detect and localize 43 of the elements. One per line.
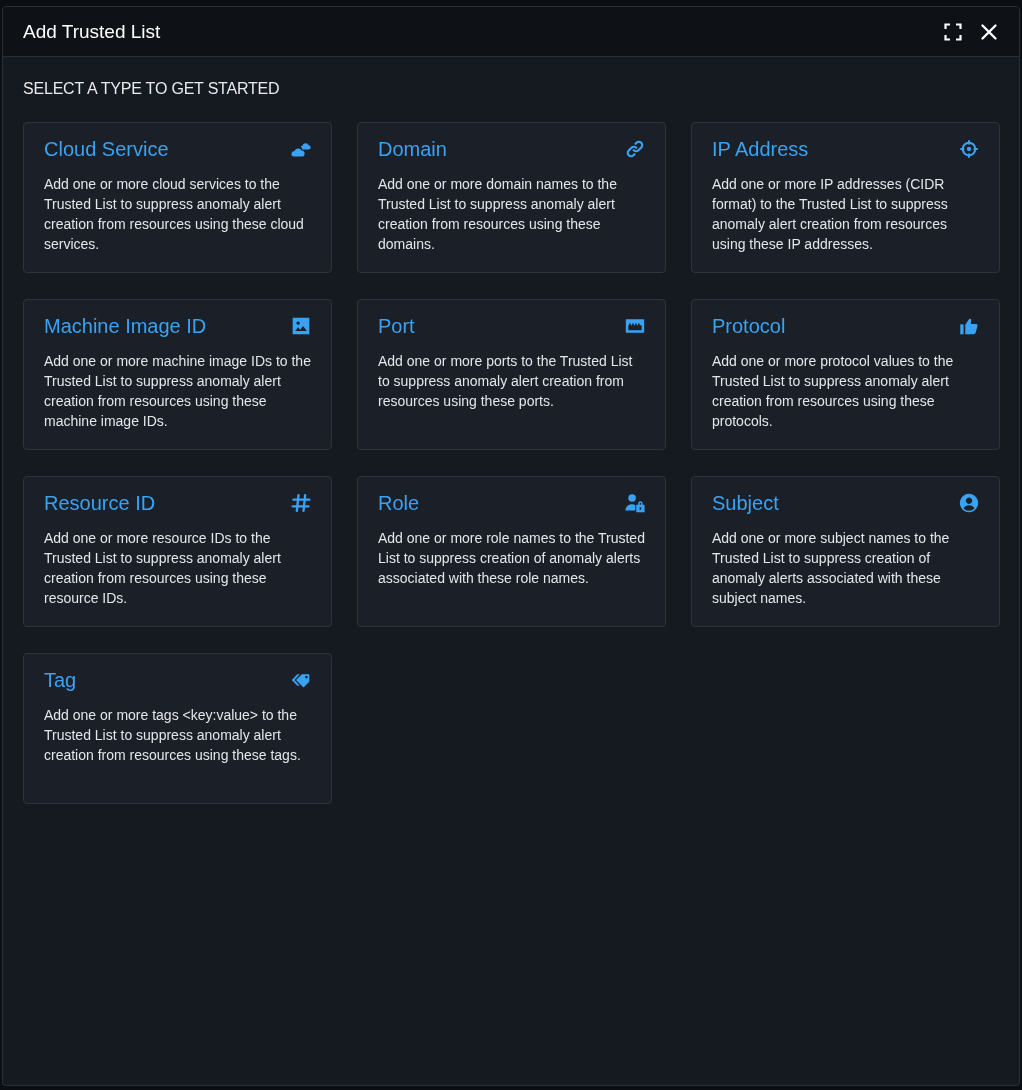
card-description: Add one or more resource IDs to the Trusted List to suppress anomaly alert creation from resources using these resource IDs. [44,529,282,608]
section-heading: SELECT A TYPE TO GET STARTED [23,79,281,99]
expand-icon [944,22,962,41]
type-card[interactable]: Subject Add one or more subject names to the Trusted List to suppress creation of anomaly alerts associated with these subject names. [691,476,1000,627]
type-card[interactable]: Domain Add one or more domain names to the Trusted List to suppress anomaly alert creation from resources using these domains. [357,122,666,273]
card-description: Add one or more subject names to the Trusted List to suppress creation of anomaly alerts associated with these subject names. [712,529,951,608]
card-title: Tag [44,668,77,692]
image-icon [291,316,311,336]
close-icon [980,22,998,41]
thumbs-up-icon [959,316,979,336]
card-title: Domain [378,137,447,161]
type-card[interactable]: Tag Add one or more tags <key:value> to the Trusted List to suppress anomaly alert creation from resources using these tags. [23,653,332,804]
dialog-title: Add Trusted List [23,20,162,43]
card-title: Machine Image ID [44,314,207,338]
card-description: Add one or more role names to the Trusted List to suppress creation of anomaly alerts associated with these role names. [378,529,645,588]
card-title: Role [378,491,420,515]
maximize-button[interactable] [943,21,963,42]
type-card[interactable]: Cloud Service Add one or more cloud services to the Trusted List to suppress anomaly alert creation from resources using these cloud services. [23,122,332,273]
card-description: Add one or more ports to the Trusted List to suppress anomaly alert creation from resources using these ports. [378,352,634,411]
card-title: Protocol [712,314,786,338]
card-description: Add one or more domain names to the Trusted List to suppress anomaly alert creation from resources using these domains. [378,175,618,254]
type-card[interactable]: IP Address Add one or more IP addresses (CIDR format) to the Trusted List to suppress anomaly alert creation from resources using these IP addresses. [691,122,1000,273]
crosshair-icon [959,139,979,159]
hash-icon [291,493,311,513]
link-icon [625,139,645,159]
type-card[interactable]: Port Add one or more ports to the Trusted List to suppress anomaly alert creation from resources using these ports. [357,299,666,450]
close-button[interactable] [979,21,999,42]
card-description: Add one or more machine image IDs to the Trusted List to suppress anomaly alert creation from resources using these machine image IDs. [44,352,311,431]
card-description: Add one or more protocol values to the Trusted List to suppress anomaly alert creation from resources using these protocols. [712,352,955,431]
ethernet-port-icon [625,316,645,336]
card-title: IP Address [712,137,809,161]
card-title: Subject [712,491,779,515]
type-card[interactable]: Resource ID Add one or more resource IDs to the Trusted List to suppress anomaly alert creation from resources using these resource IDs. [23,476,332,627]
type-card[interactable]: Machine Image ID Add one or more machine image IDs to the Trusted List to suppress anomaly alert creation from resources using these machine image IDs. [23,299,332,450]
type-card[interactable]: Protocol Add one or more protocol values to the Trusted List to suppress anomaly alert creation from resources using these protocols. [691,299,1000,450]
user-lock-icon [625,493,645,513]
card-title: Port [378,314,415,338]
card-title: Resource ID [44,491,156,515]
card-description: Add one or more tags <key:value> to the Trusted List to suppress anomaly alert creation from resources using these tags. [44,706,302,765]
card-description: Add one or more IP addresses (CIDR format) to the Trusted List to suppress anomaly alert creation from resources using these IP addresses. [712,175,949,254]
type-card[interactable]: Role Add one or more role names to the Trusted List to suppress creation of anomaly alerts associated with these role names. [357,476,666,627]
card-title: Cloud Service [44,137,169,161]
card-description: Add one or more cloud services to the Trusted List to suppress anomaly alert creation from resources using these cloud services. [44,175,305,254]
